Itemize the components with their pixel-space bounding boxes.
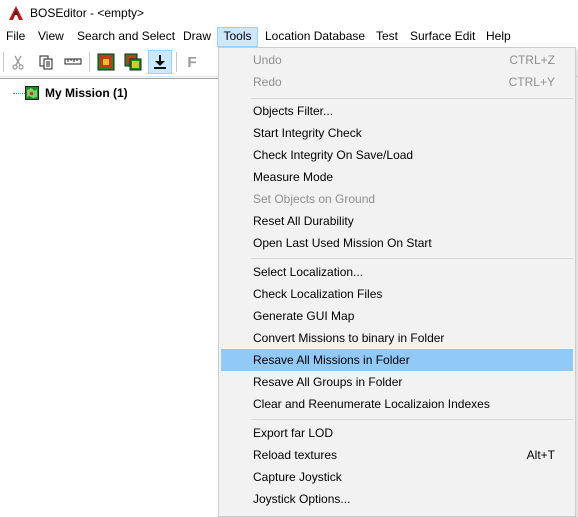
menu-item-open-last-used-mission[interactable]: Open Last Used Mission On Start (221, 232, 573, 254)
menu-item-undo[interactable]: Undo CTRL+Z (221, 49, 573, 71)
menu-tools[interactable]: Tools (217, 27, 258, 47)
menu-separator (251, 419, 573, 420)
cut-button[interactable] (6, 50, 30, 74)
toolbar-grip (3, 52, 4, 72)
copy-icon (39, 55, 53, 70)
menu-item-reload-textures[interactable]: Reload textures Alt+T (221, 444, 573, 466)
paste-icon (64, 58, 82, 65)
menu-test[interactable]: Test (376, 27, 398, 47)
menu-item-capture-joystick[interactable]: Capture Joystick (221, 466, 573, 488)
text-button[interactable]: F (180, 50, 204, 74)
map-button[interactable] (94, 50, 118, 74)
menu-search-and-select[interactable]: Search and Select (77, 27, 175, 47)
title-bar: BOSEditor - <empty> (0, 0, 578, 27)
menu-item-clear-and-reenumerate-indexes[interactable]: Clear and Reenumerate Localizaion Indexe… (221, 393, 573, 415)
copy-button[interactable] (34, 50, 58, 74)
layers-button[interactable] (121, 50, 145, 74)
map-icon (97, 53, 115, 71)
menu-item-export-far-lod[interactable]: Export far LOD (221, 422, 573, 444)
window-title: BOSEditor - <empty> (30, 6, 145, 20)
menu-item-generate-gui-map[interactable]: Generate GUI Map (221, 305, 573, 327)
tree-connector (13, 93, 25, 94)
menu-separator (251, 98, 573, 99)
menu-item-objects-filter[interactable]: Objects Filter... (221, 100, 573, 122)
menu-item-resave-all-groups[interactable]: Resave All Groups in Folder (221, 371, 573, 393)
download-button[interactable] (148, 50, 172, 74)
menu-item-joystick-options[interactable]: Joystick Options... (221, 488, 573, 510)
app-logo-icon (9, 6, 23, 20)
menu-surface-edit[interactable]: Surface Edit (410, 27, 475, 47)
menu-item-check-integrity-on-save-load[interactable]: Check Integrity On Save/Load (221, 144, 573, 166)
mission-icon (25, 86, 39, 100)
text-icon: F (187, 53, 197, 71)
tools-menu-dropdown: Undo CTRL+Z Redo CTRL+Y Objects Filter..… (218, 47, 576, 517)
toolbar-separator (89, 52, 90, 72)
cut-icon (12, 55, 24, 70)
menu-separator (251, 258, 573, 259)
menu-location-database[interactable]: Location Database (265, 27, 365, 47)
menu-item-set-objects-on-ground[interactable]: Set Objects on Ground (221, 188, 573, 210)
toolbar-separator-2 (176, 52, 177, 72)
download-icon (154, 55, 166, 69)
editor-window: BOSEditor - <empty> File View Search and… (0, 0, 578, 517)
layers-icon (124, 53, 142, 71)
mission-tree: My Mission (1) (0, 78, 219, 517)
menu-item-measure-mode[interactable]: Measure Mode (221, 166, 573, 188)
menu-item-select-localization[interactable]: Select Localization... (221, 261, 573, 283)
menu-item-start-integrity-check[interactable]: Start Integrity Check (221, 122, 573, 144)
menu-item-resave-all-missions[interactable]: Resave All Missions in Folder (221, 349, 573, 371)
tree-item-my-mission[interactable]: My Mission (1) (45, 86, 128, 101)
menu-item-check-localization-files[interactable]: Check Localization Files (221, 283, 573, 305)
menu-help[interactable]: Help (486, 27, 511, 47)
menu-item-convert-missions-to-binary[interactable]: Convert Missions to binary in Folder (221, 327, 573, 349)
menu-item-redo[interactable]: Redo CTRL+Y (221, 71, 573, 93)
menu-draw[interactable]: Draw (183, 27, 211, 47)
menu-bar: File View Search and Select Draw Tools L… (0, 27, 578, 47)
paste-button[interactable] (61, 50, 85, 74)
menu-file[interactable]: File (6, 27, 25, 47)
menu-item-reset-all-durability[interactable]: Reset All Durability (221, 210, 573, 232)
menu-view[interactable]: View (38, 27, 64, 47)
